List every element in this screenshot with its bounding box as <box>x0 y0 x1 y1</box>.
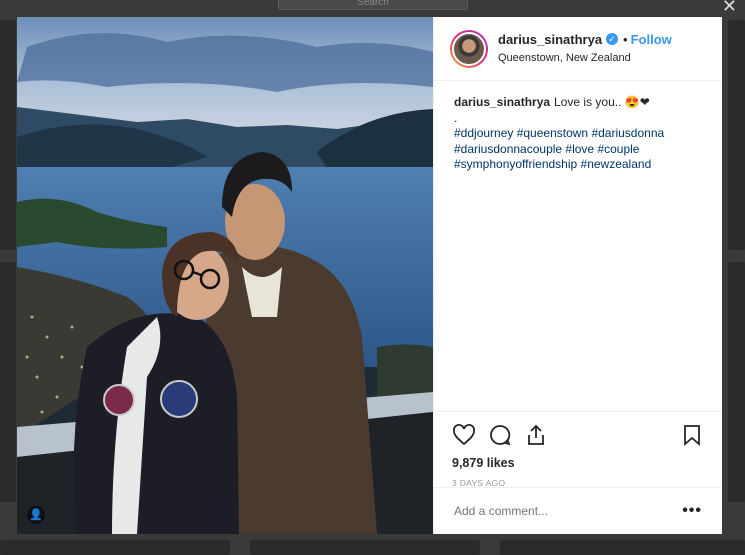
background-tile <box>500 540 745 555</box>
tagged-people-icon[interactable]: 👤 <box>27 506 45 524</box>
comment-icon[interactable] <box>488 423 512 447</box>
caption-hashtags[interactable]: #ddjourney #queenstown #dariusdonna #dar… <box>454 126 702 173</box>
post-header: darius_sinathrya ✓ • Follow Queenstown, New… <box>434 17 722 81</box>
bookmark-icon[interactable] <box>680 423 704 447</box>
separator-dot: • <box>623 31 628 47</box>
verified-badge-icon: ✓ <box>606 33 619 46</box>
close-icon[interactable]: ✕ <box>722 0 737 17</box>
background-tile <box>0 262 16 502</box>
background-tile <box>0 20 16 250</box>
background-tile <box>0 540 230 555</box>
follow-button[interactable]: Follow <box>631 32 672 47</box>
action-bar <box>452 420 704 450</box>
username-link[interactable]: darius_sinathrya <box>498 32 602 47</box>
action-section: 9,879 likes 3 DAYS AGO <box>434 411 722 488</box>
background-tile <box>250 540 480 555</box>
likes-count[interactable]: 9,879 likes <box>452 456 704 470</box>
background-tile <box>728 262 745 502</box>
caption: darius_sinathrya Love is you.. 😍❤ . #ddjo… <box>434 81 722 173</box>
photo-illustration <box>17 17 433 534</box>
search-input[interactable]: Search <box>278 0 468 10</box>
avatar[interactable] <box>450 29 488 68</box>
post-photo[interactable]: 👤 <box>17 17 433 534</box>
avatar-image <box>452 31 486 66</box>
header-text: darius_sinathrya ✓ • Follow Queenstown, New… <box>498 32 672 66</box>
more-options-icon[interactable]: ••• <box>682 502 702 520</box>
comment-input[interactable] <box>454 504 683 518</box>
caption-line2: . <box>454 110 458 125</box>
post-sidebar: darius_sinathrya ✓ • Follow Queenstown, New… <box>433 17 722 534</box>
location-link[interactable]: Queenstown, New Zealand <box>498 50 672 66</box>
post-modal: 👤 darius_sinathrya ✓ • Follow Queenstown, N… <box>17 17 722 534</box>
comment-bar: ••• <box>434 487 722 534</box>
caption-text: Love is you.. 😍❤ <box>554 95 650 109</box>
share-icon[interactable] <box>524 423 548 447</box>
heart-icon[interactable] <box>452 423 476 447</box>
background-tile <box>728 20 745 250</box>
caption-username-link[interactable]: darius_sinathrya <box>454 95 550 109</box>
